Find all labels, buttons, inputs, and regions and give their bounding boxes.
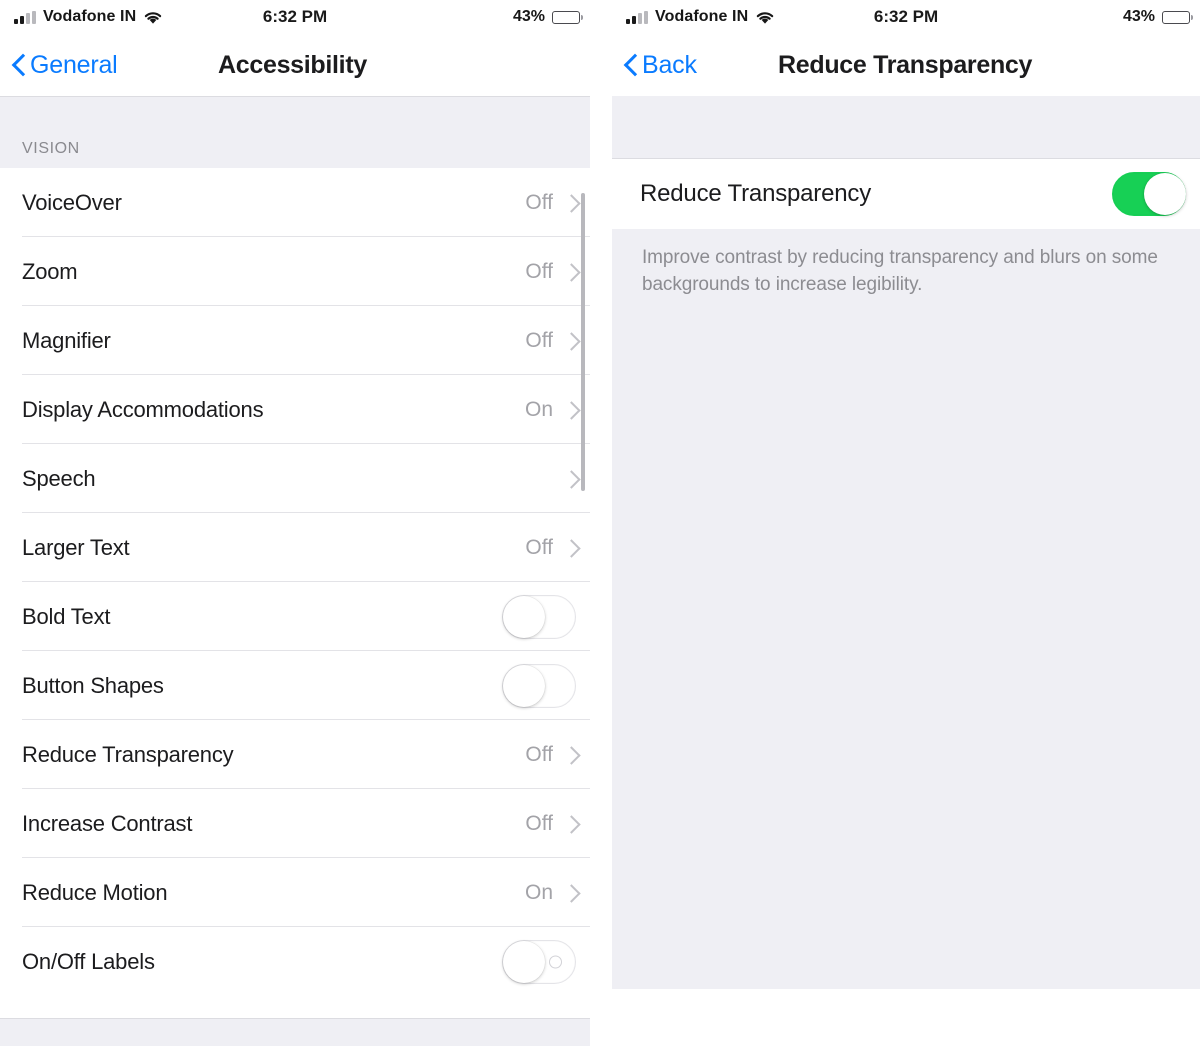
top-group-spacer [612,96,1200,159]
list-item-value: On [524,397,553,421]
section-header-label: VISION [22,140,80,157]
toggle-knob [503,595,545,638]
toggle-knob [503,664,545,707]
status-bar-clock: 6:32 PM [262,7,328,26]
list-item-value: Off [525,535,553,559]
list-item-on-off-labels[interactable]: On/Off Labels [0,927,590,996]
status-bar-right: Vodafone IN 6:32 PM 43% [612,0,1200,34]
reduce-transparency-content: Reduce Transparency Improve contrast by … [612,96,1200,1046]
list-item-label: Display Accommodations [22,396,264,422]
list-item-label: Increase Contrast [22,810,193,836]
page-title-accessibility: Accessibility [218,50,367,79]
list-item-zoom[interactable]: Zoom Off [0,237,590,306]
toggle-off-label-icon [549,955,562,968]
toggle-reduce-transparency[interactable] [1112,172,1186,216]
list-item-display-accommodations[interactable]: Display Accommodations On [0,375,590,444]
list-item-label: Reduce Motion [22,879,168,905]
status-bar-clock: 6:32 PM [873,7,939,26]
chevron-right-icon [565,884,576,902]
battery-percent-label: 43% [512,8,545,25]
section-header-vision: VISION [0,96,590,168]
list-item-reduce-transparency[interactable]: Reduce Transparency Off [0,720,590,789]
list-item-reduce-motion[interactable]: Reduce Motion On [0,858,590,927]
battery-icon [552,10,583,24]
chevron-right-icon [565,746,576,764]
list-item-value: Off [525,190,553,214]
footnote-text: Improve contrast by reducing transparenc… [642,247,1158,295]
chevron-right-icon [565,815,576,833]
chevron-right-icon [565,332,576,350]
list-item-label: Speech [22,465,96,491]
list-item-magnifier[interactable]: Magnifier Off [0,306,590,375]
toggle-bold-text[interactable] [502,594,576,639]
list-bottom-group-spacer [0,1018,590,1046]
list-item-bold-text[interactable]: Bold Text [0,582,590,651]
list-item-speech[interactable]: Speech [0,444,590,513]
battery-icon [1162,10,1193,24]
reduce-transparency-screen: Vodafone IN 6:32 PM 43% Back Reduce Tran… [612,0,1200,1046]
list-item-label: Bold Text [22,603,111,629]
back-button[interactable]: Back [624,51,697,80]
chevron-right-icon [565,194,576,212]
accessibility-list-content: VISION VoiceOver Off Zoom Off Magnifier … [0,96,590,1046]
chevron-right-icon [565,263,576,281]
list-item-label: Reduce Transparency [22,741,234,767]
navigation-bar-left: General Accessibility [0,34,590,96]
list-item-voiceover[interactable]: VoiceOver Off [0,168,590,237]
reduce-transparency-row[interactable]: Reduce Transparency [612,159,1200,229]
list-item-increase-contrast[interactable]: Increase Contrast Off [0,789,590,858]
accessibility-screen: Vodafone IN 6:32 PM 43% General Accessib… [0,0,590,1046]
status-bar-left: Vodafone IN 6:32 PM 43% [0,0,590,34]
reduce-transparency-label: Reduce Transparency [640,180,871,207]
back-button-general[interactable]: General [12,51,118,80]
chevron-right-icon [565,401,576,419]
chevron-right-icon [565,470,576,488]
back-button-label: Back [642,50,697,79]
chevron-right-icon [565,539,576,557]
chevron-left-icon [12,54,25,76]
footnote-container: Improve contrast by reducing transparenc… [612,229,1200,989]
vision-settings-list: VoiceOver Off Zoom Off Magnifier Off Dis… [0,168,590,996]
list-item-label: Zoom [22,258,78,284]
toggle-knob [1144,173,1186,215]
list-item-value: Off [525,259,553,283]
toggle-knob [503,940,545,983]
status-bar-right-group: 43% [512,8,583,26]
list-item-label: Larger Text [22,534,130,560]
list-item-value: Off [525,328,553,352]
navigation-bar-right: Back Reduce Transparency [612,34,1200,96]
list-item-larger-text[interactable]: Larger Text Off [0,513,590,582]
chevron-left-icon [624,54,637,76]
list-item-label: VoiceOver [22,189,122,215]
dual-screenshot-container: Vodafone IN 6:32 PM 43% General Accessib… [0,0,1200,1046]
list-item-value: Off [525,742,553,766]
back-button-label: General [30,50,118,79]
toggle-on-off-labels[interactable] [502,939,576,984]
list-item-label: On/Off Labels [22,948,155,974]
toggle-button-shapes[interactable] [502,663,576,708]
vertical-scrollbar[interactable] [581,193,585,491]
battery-percent-label: 43% [1122,8,1155,25]
list-item-value: Off [525,811,553,835]
list-item-value: On [524,880,553,904]
list-item-button-shapes[interactable]: Button Shapes [0,651,590,720]
status-bar-right-group: 43% [1122,8,1193,26]
page-title-reduce-transparency: Reduce Transparency [778,50,1033,79]
list-item-label: Magnifier [22,327,111,353]
list-item-label: Button Shapes [22,672,164,698]
